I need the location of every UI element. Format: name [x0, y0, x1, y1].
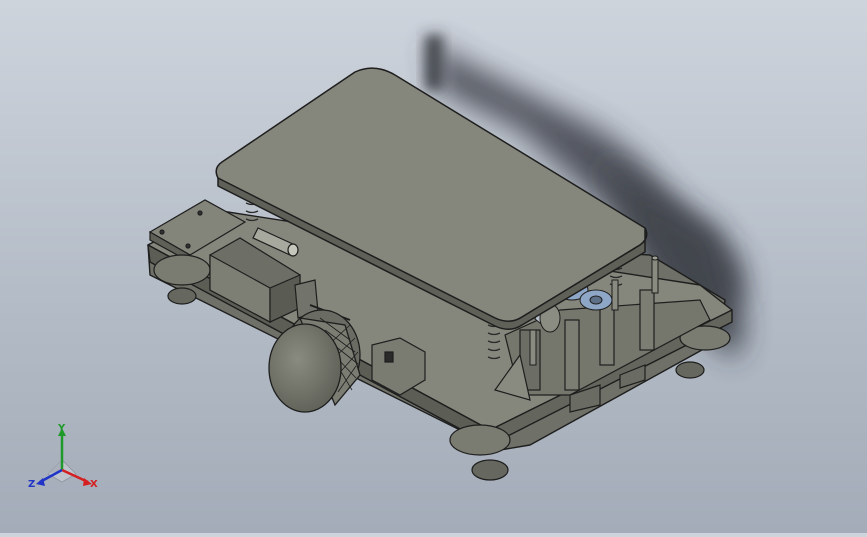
z-axis-label: Z [28, 479, 35, 490]
axis-triad: Y X Z [28, 423, 98, 490]
cad-viewport[interactable]: Y X Z [0, 0, 867, 533]
x-axis-label: X [90, 479, 98, 490]
model-view[interactable]: Y X Z [0, 0, 867, 533]
y-axis-label: Y [57, 423, 66, 434]
